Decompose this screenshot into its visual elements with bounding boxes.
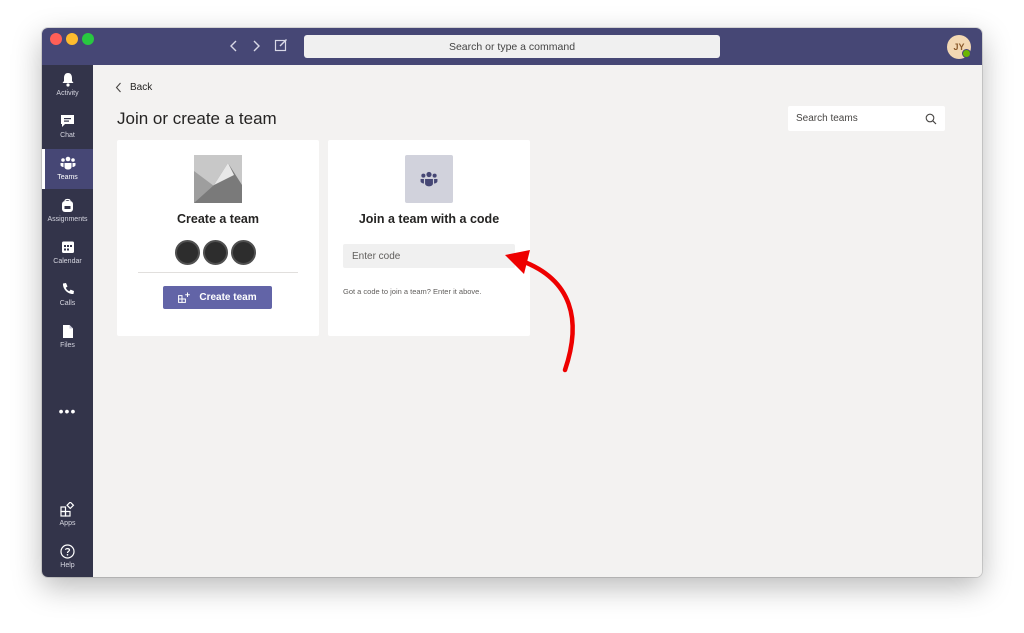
rail-item-apps[interactable]: Apps xyxy=(42,495,93,535)
create-team-title: Create a team xyxy=(177,212,259,226)
rail-item-assignments[interactable]: Assignments xyxy=(42,191,93,231)
rail-item-teams[interactable]: Teams xyxy=(42,149,93,189)
add-team-icon xyxy=(178,292,191,303)
rail-item-label: Help xyxy=(60,562,75,569)
rail-item-label: Apps xyxy=(59,520,76,527)
bell-icon xyxy=(60,71,76,87)
main-content: Back Join or create a team Search teams … xyxy=(93,65,982,577)
help-icon xyxy=(60,543,76,559)
create-team-button[interactable]: Create team xyxy=(163,286,272,309)
apps-icon xyxy=(60,501,76,517)
rail-item-files[interactable]: Files xyxy=(42,317,93,357)
member-avatar-icon xyxy=(231,240,256,265)
rail-item-help[interactable]: Help xyxy=(42,537,93,577)
rail-item-chat[interactable]: Chat xyxy=(42,107,93,147)
minimize-window-button[interactable] xyxy=(66,33,78,45)
close-window-button[interactable] xyxy=(50,33,62,45)
team-code-hint: Got a code to join a team? Enter it abov… xyxy=(343,287,482,296)
chevron-left-icon xyxy=(230,40,237,52)
rail-item-activity[interactable]: Activity xyxy=(42,65,93,105)
app-rail: Activity Chat Teams Assignments Calendar xyxy=(42,65,93,577)
more-apps-button[interactable]: ••• xyxy=(42,403,93,419)
rail-item-label: Activity xyxy=(56,90,79,97)
card-divider xyxy=(138,272,298,273)
teams-icon xyxy=(405,155,453,203)
compose-icon xyxy=(274,39,287,52)
zoom-window-button[interactable] xyxy=(82,33,94,45)
nav-forward-button[interactable] xyxy=(248,38,264,54)
ellipsis-icon: ••• xyxy=(58,403,77,419)
file-icon xyxy=(60,323,76,339)
new-chat-button[interactable] xyxy=(274,38,290,54)
search-teams-input[interactable]: Search teams xyxy=(788,106,945,131)
rail-item-label: Calendar xyxy=(53,258,82,265)
create-team-button-label: Create team xyxy=(199,292,257,303)
rail-item-calendar[interactable]: Calendar xyxy=(42,233,93,273)
search-icon xyxy=(925,113,937,124)
backpack-icon xyxy=(60,197,76,213)
chevron-right-icon xyxy=(253,40,260,52)
join-team-card: Join a team with a code Got a code to jo… xyxy=(328,140,530,336)
back-label: Back xyxy=(130,81,153,93)
member-avatars xyxy=(175,240,256,265)
chevron-left-icon xyxy=(115,82,121,92)
rail-item-calls[interactable]: Calls xyxy=(42,275,93,315)
teams-icon xyxy=(60,155,76,171)
member-avatar-icon xyxy=(175,240,200,265)
presence-status-icon xyxy=(962,49,971,58)
rail-item-label: Files xyxy=(60,342,75,349)
title-bar: Search or type a command JY xyxy=(42,28,982,65)
rail-item-label: Assignments xyxy=(47,216,88,223)
teams-window: Search or type a command JY Activity Cha… xyxy=(42,28,982,577)
phone-icon xyxy=(60,281,76,297)
team-image-placeholder-icon xyxy=(194,155,242,203)
nav-back-button[interactable] xyxy=(226,38,242,54)
team-code-input[interactable] xyxy=(343,244,515,268)
create-team-card[interactable]: Create a team Create team xyxy=(117,140,319,336)
chat-icon xyxy=(60,113,76,129)
search-teams-placeholder: Search teams xyxy=(796,113,858,124)
rail-item-label: Chat xyxy=(60,132,75,139)
rail-item-label: Calls xyxy=(59,300,76,307)
command-search-box[interactable]: Search or type a command xyxy=(304,35,720,58)
rail-item-label: Teams xyxy=(57,174,78,181)
member-avatar-icon xyxy=(203,240,228,265)
join-team-title: Join a team with a code xyxy=(358,212,500,226)
back-link[interactable]: Back xyxy=(115,79,152,95)
page-title: Join or create a team xyxy=(117,109,277,128)
calendar-icon xyxy=(60,239,76,255)
command-search-placeholder: Search or type a command xyxy=(448,40,576,53)
